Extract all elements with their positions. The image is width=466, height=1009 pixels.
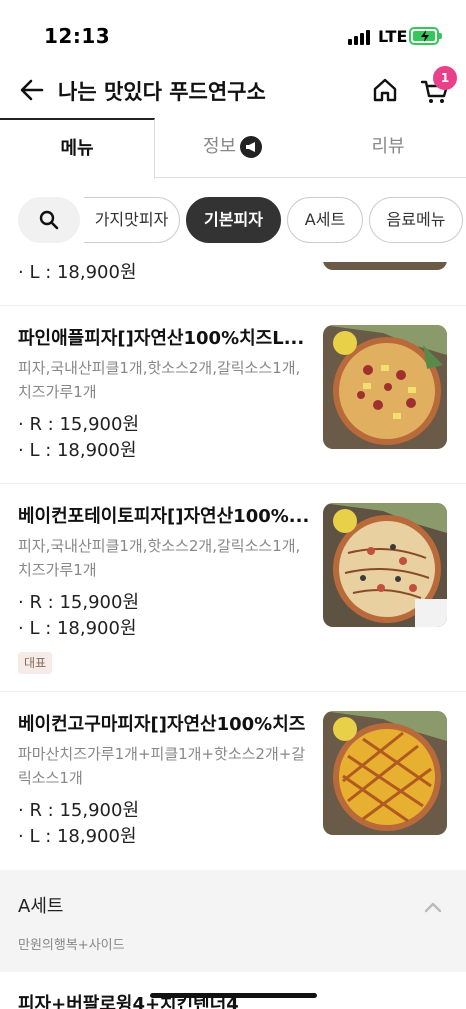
section-title: A세트	[18, 896, 64, 917]
category-chips: 가지맛피자 기본피자 A세트 음료메뉴	[0, 178, 466, 262]
search-icon	[39, 210, 59, 230]
price-large: · L : 18,900원	[18, 618, 137, 639]
pizza-thumbnail	[323, 711, 447, 835]
chip-category[interactable]: 가지맛피자	[84, 197, 180, 243]
price-regular: · R : 15,900원	[18, 800, 140, 821]
chip-label: 음료메뉴	[386, 210, 446, 229]
chip-label: 가지맛피자	[94, 210, 169, 229]
network-label: LTE	[378, 27, 408, 46]
section-a-set[interactable]: A세트 만원의행복+사이드	[0, 870, 466, 972]
tab-review[interactable]: 리뷰	[310, 118, 466, 178]
cart-count-badge: 1	[433, 66, 457, 90]
price-large: · L : 18,900원	[18, 440, 137, 461]
store-title: 나는 맛있다 푸드연구소	[58, 80, 266, 104]
home-indicator	[150, 993, 317, 998]
tab-menu[interactable]: 메뉴	[0, 118, 155, 179]
search-button[interactable]	[18, 197, 80, 243]
chip-label: 기본피자	[204, 210, 263, 229]
pizza-thumbnail	[323, 325, 447, 449]
signal-icon	[348, 29, 372, 45]
menu-item-name: 베이컨포테이토피자[]자연산100%...	[18, 506, 310, 527]
chevron-up-icon[interactable]	[422, 896, 444, 918]
menu-item-description: 피자,국내산피클1개,핫소스2개,갈릭소스1개,치즈가루1개	[18, 537, 301, 579]
chip-category-active[interactable]: 기본피자	[186, 197, 281, 243]
menu-item-name: 파인애플피자[]자연산100%치즈L...	[18, 328, 305, 349]
section-subtitle: 만원의행복+사이드	[18, 938, 125, 953]
tab-bar: 메뉴 정보 리뷰	[0, 118, 466, 179]
menu-item[interactable]: 베이컨고구마피자[]자연산100%치즈 파마산치즈가루1개+피클1개+핫소스2개…	[0, 691, 466, 870]
pizza-thumbnail	[323, 262, 447, 270]
price-large: · L : 18,900원	[18, 262, 137, 283]
home-icon[interactable]	[371, 76, 399, 104]
menu-item[interactable]: 베이컨포테이토피자[]자연산100%... 피자,국내산피클1개,핫소스2개,갈…	[0, 483, 466, 691]
tab-review-label: 리뷰	[371, 136, 405, 157]
price-regular: · R : 15,900원	[18, 414, 140, 435]
menu-item-description: 피자,국내산피클1개,핫소스2개,갈릭소스1개,치즈가루1개	[18, 359, 301, 401]
menu-item-partial[interactable]: 피자+버팔로윙4+치킨텐더4	[0, 972, 466, 1009]
price-large: · L : 18,900원	[18, 826, 137, 847]
chip-label: A세트	[304, 210, 346, 229]
tab-menu-label: 메뉴	[60, 138, 94, 159]
menu-item-description: 파마산치즈가루1개+피클1개+핫소스2개+갈릭소스1개	[18, 745, 306, 787]
price-regular: · R : 15,900원	[18, 592, 140, 613]
menu-item[interactable]: 파인애플피자[]자연산100%치즈L... 피자,국내산피클1개,핫소스2개,갈…	[0, 305, 466, 483]
menu-item-name: 베이컨고구마피자[]자연산100%치즈	[18, 714, 306, 735]
tab-info-label: 정보	[202, 136, 237, 157]
status-time: 12:13	[44, 24, 111, 48]
battery-icon	[409, 27, 442, 45]
signature-tag: 대표	[18, 652, 53, 674]
menu-item-partial[interactable]: · L : 18,900원	[0, 262, 466, 305]
pizza-thumbnail	[323, 503, 447, 627]
chip-category[interactable]: A세트	[287, 197, 363, 243]
megaphone-icon	[240, 136, 263, 158]
chip-category[interactable]: 음료메뉴	[369, 197, 463, 243]
status-bar: 12:13 LTE	[0, 0, 466, 64]
back-arrow-icon[interactable]	[18, 76, 46, 104]
app-header: 나는 맛있다 푸드연구소 1	[0, 64, 466, 118]
tab-info[interactable]: 정보	[155, 118, 310, 178]
